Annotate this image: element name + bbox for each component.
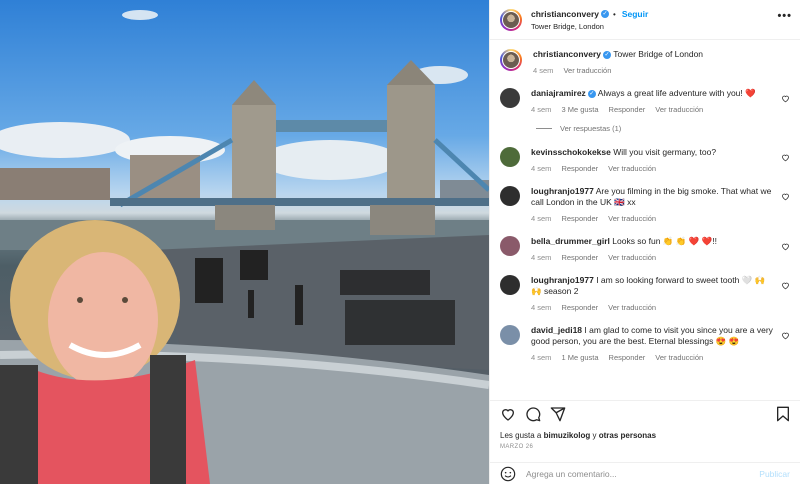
comment: daniajramirez ✓ Always a great life adven… bbox=[500, 88, 790, 114]
comment-time: 4 sem bbox=[531, 353, 552, 362]
comment-username[interactable]: daniajramirez bbox=[531, 88, 586, 98]
comment: kevinsschokokekse Will you visit germany… bbox=[500, 147, 790, 173]
comment-likes[interactable]: 1 Me gusta bbox=[561, 353, 598, 362]
comment-username[interactable]: loughranjo1977 bbox=[531, 186, 594, 196]
comment-text: Always a great life adventure with you! … bbox=[597, 88, 756, 98]
comment-text: Looks so fun 👏 👏 ❤️ ❤️!! bbox=[612, 236, 717, 246]
comment: bella_drummer_girl Looks so fun 👏 👏 ❤️ ❤… bbox=[500, 236, 790, 262]
comment-input[interactable]: Agrega un comentario... bbox=[526, 469, 759, 479]
heart-icon[interactable] bbox=[781, 242, 790, 251]
bookmark-icon[interactable] bbox=[776, 406, 790, 422]
caption-text: Tower Bridge of London bbox=[613, 49, 704, 59]
translate-link[interactable]: Ver traducción bbox=[608, 164, 656, 173]
translate-link[interactable]: Ver traducción bbox=[608, 253, 656, 262]
reply-link[interactable]: Responder bbox=[609, 105, 646, 114]
comment-icon[interactable] bbox=[525, 406, 541, 422]
comment: loughranjo1977 I am so looking forward t… bbox=[500, 275, 790, 312]
comment-time: 4 sem bbox=[531, 164, 552, 173]
commenter-avatar[interactable] bbox=[500, 186, 520, 206]
more-icon[interactable]: ••• bbox=[777, 10, 792, 22]
share-icon[interactable] bbox=[550, 406, 566, 422]
liked-by: Les gusta a bimuzikolog y otras personas bbox=[500, 431, 657, 440]
comment-text: Will you visit germany, too? bbox=[613, 147, 717, 157]
comment-username[interactable]: loughranjo1977 bbox=[531, 275, 594, 285]
commenter-avatar[interactable] bbox=[500, 236, 520, 256]
heart-icon[interactable] bbox=[500, 406, 516, 422]
comments-list[interactable]: christianconvery ✓ Tower Bridge of London… bbox=[490, 41, 800, 399]
add-comment-bar: Agrega un comentario... Publicar bbox=[490, 462, 800, 484]
author-avatar[interactable] bbox=[500, 8, 522, 31]
verified-icon: ✓ bbox=[587, 89, 596, 98]
post-date[interactable]: MARZO 26 bbox=[500, 444, 533, 450]
heart-icon[interactable] bbox=[781, 94, 790, 103]
heart-icon[interactable] bbox=[781, 192, 790, 201]
comment-time: 4 sem bbox=[531, 105, 552, 114]
post-location[interactable]: Tower Bridge, London bbox=[531, 22, 648, 31]
reply-link[interactable]: Responder bbox=[561, 214, 598, 223]
reply-link[interactable]: Responder bbox=[561, 303, 598, 312]
comment-username[interactable]: bella_drummer_girl bbox=[531, 236, 610, 246]
verified-icon: ✓ bbox=[601, 10, 610, 19]
translate-link[interactable]: Ver traducción bbox=[655, 353, 703, 362]
comment-username[interactable]: kevinsschokokekse bbox=[531, 147, 611, 157]
reply-link[interactable]: Responder bbox=[561, 164, 598, 173]
author-avatar[interactable] bbox=[500, 49, 522, 71]
comment: loughranjo1977 Are you filming in the bi… bbox=[500, 186, 790, 223]
reply-link[interactable]: Responder bbox=[561, 253, 598, 262]
comment-time: 4 sem bbox=[531, 303, 552, 312]
translate-link[interactable]: Ver traducción bbox=[608, 214, 656, 223]
author-username[interactable]: christianconvery bbox=[531, 9, 599, 19]
follow-button[interactable]: Seguir bbox=[622, 9, 648, 19]
comment: david_jedi18 I am glad to come to visit … bbox=[500, 325, 790, 362]
verified-icon: ✓ bbox=[603, 50, 612, 59]
translate-link[interactable]: Ver traducción bbox=[563, 66, 611, 75]
liked-by-others[interactable]: otras personas bbox=[599, 431, 656, 440]
comment-username[interactable]: david_jedi18 bbox=[531, 325, 582, 335]
view-replies-button[interactable]: Ver respuestas (1) bbox=[536, 124, 790, 133]
comment-likes[interactable]: 3 Me gusta bbox=[561, 105, 598, 114]
commenter-avatar[interactable] bbox=[500, 325, 520, 345]
commenter-avatar[interactable] bbox=[500, 275, 520, 295]
comment-time: 4 sem bbox=[531, 214, 552, 223]
commenter-avatar[interactable] bbox=[500, 147, 520, 167]
caption: christianconvery ✓ Tower Bridge of London… bbox=[500, 49, 790, 75]
commenter-avatar[interactable] bbox=[500, 88, 520, 108]
action-bar bbox=[490, 400, 800, 424]
post-header: christianconvery ✓ • Seguir Tower Bridge, L… bbox=[490, 0, 800, 40]
publish-button[interactable]: Publicar bbox=[759, 469, 790, 479]
post-header-text: christianconvery ✓ • Seguir Tower Bridge, L… bbox=[531, 8, 649, 31]
emoji-icon[interactable] bbox=[500, 466, 516, 482]
tower-bridge-photo bbox=[0, 10, 489, 484]
translate-link[interactable]: Ver traducción bbox=[655, 105, 703, 114]
heart-icon[interactable] bbox=[781, 281, 790, 290]
caption-time: 4 sem bbox=[533, 66, 554, 75]
reply-link[interactable]: Responder bbox=[609, 353, 646, 362]
translate-link[interactable]: Ver traducción bbox=[608, 303, 656, 312]
heart-icon[interactable] bbox=[781, 331, 790, 340]
liked-by-user[interactable]: bimuzikolog bbox=[544, 431, 591, 440]
post-panel: christianconvery ✓ • Seguir Tower Bridge, L… bbox=[489, 0, 800, 484]
comment-time: 4 sem bbox=[531, 253, 552, 262]
caption-username[interactable]: christianconvery bbox=[533, 49, 601, 59]
post-photo bbox=[0, 0, 489, 484]
heart-icon[interactable] bbox=[781, 153, 790, 162]
